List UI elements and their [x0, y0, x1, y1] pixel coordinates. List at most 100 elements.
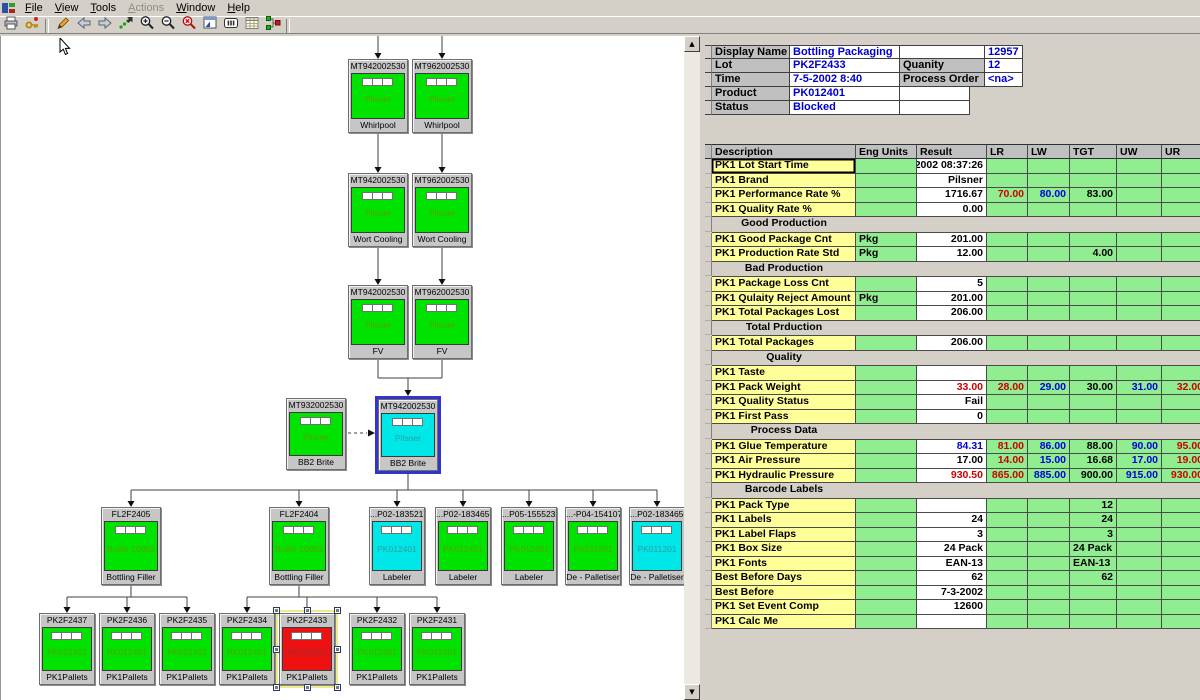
ur-cell[interactable]: 95.00	[1162, 440, 1200, 455]
eng-units-cell[interactable]	[856, 571, 917, 586]
uw-cell[interactable]	[1117, 615, 1162, 630]
eng-units-cell[interactable]	[856, 528, 917, 543]
lw-cell[interactable]	[1028, 174, 1070, 189]
ur-cell[interactable]	[1162, 292, 1200, 307]
eng-units-cell[interactable]	[856, 615, 917, 630]
lr-cell[interactable]	[987, 277, 1028, 292]
flow-node-p021834656[interactable]: ...P02-1834656PK011201De - Palletiser	[629, 507, 685, 585]
ur-cell[interactable]	[1162, 306, 1200, 321]
uw-cell[interactable]	[1117, 233, 1162, 248]
toolbar-button-back-arrow[interactable]	[73, 18, 94, 34]
menu-item-file[interactable]: File	[19, 1, 49, 15]
menu-item-view[interactable]: View	[49, 1, 85, 15]
column-header-lw[interactable]: LW	[1028, 144, 1070, 159]
menu-item-help[interactable]: Help	[221, 1, 256, 15]
toolbar-button-edit-pencil[interactable]	[52, 18, 73, 34]
description-cell[interactable]: PK1 Performance Rate %	[712, 188, 856, 203]
column-header-tgt[interactable]: TGT	[1070, 144, 1117, 159]
tgt-cell[interactable]	[1070, 203, 1117, 218]
selection-handle[interactable]	[334, 607, 341, 614]
toolbar-button-trace[interactable]	[115, 18, 136, 34]
result-cell[interactable]: 1716.67	[917, 188, 987, 203]
ur-cell[interactable]	[1162, 247, 1200, 262]
flow-node-pk2f2436[interactable]: PK2F2436PK012401PK1Pallets	[99, 613, 155, 685]
lr-cell[interactable]	[987, 336, 1028, 351]
lr-cell[interactable]	[987, 395, 1028, 410]
toolbar-button-print[interactable]	[0, 18, 21, 34]
result-cell[interactable]	[917, 615, 987, 630]
result-cell[interactable]: 84.31	[917, 440, 987, 455]
lr-cell[interactable]	[987, 366, 1028, 381]
description-cell[interactable]: PK1 Package Loss Cnt	[712, 277, 856, 292]
description-cell[interactable]: PK1 Total Packages	[712, 336, 856, 351]
ur-cell[interactable]	[1162, 571, 1200, 586]
tgt-cell[interactable]: 24 Pack	[1070, 542, 1117, 557]
eng-units-cell[interactable]	[856, 366, 917, 381]
ur-cell[interactable]	[1162, 542, 1200, 557]
ur-cell[interactable]	[1162, 586, 1200, 601]
result-cell[interactable]: 3	[917, 528, 987, 543]
lr-cell[interactable]: 81.00	[987, 440, 1028, 455]
uw-cell[interactable]	[1117, 528, 1162, 543]
flow-node-fl2f2405[interactable]: FL2F2405Bottle 10003Bottling Filler	[101, 507, 161, 585]
flow-node-mt942002530[interactable]: MT942002530PilsnerFV	[348, 285, 408, 359]
ur-cell[interactable]	[1162, 159, 1200, 174]
tgt-cell[interactable]: 24	[1070, 513, 1117, 528]
flow-node-mt962002530[interactable]: MT962002530PilsnerWort Cooling	[412, 173, 472, 247]
uw-cell[interactable]	[1117, 188, 1162, 203]
lr-cell[interactable]	[987, 499, 1028, 514]
tgt-cell[interactable]	[1070, 159, 1117, 174]
toolbar-button-zoom-out[interactable]	[157, 18, 178, 34]
toolbar-button-barcode[interactable]	[220, 18, 241, 34]
flow-node-p021835217[interactable]: ...P02-1835217PK012401Labeler	[369, 507, 425, 585]
description-cell[interactable]: PK1 Total Packages Lost	[712, 306, 856, 321]
result-cell[interactable]	[917, 499, 987, 514]
lr-cell[interactable]	[987, 306, 1028, 321]
description-cell[interactable]: PK1 Pack Weight	[712, 381, 856, 396]
description-cell[interactable]: PK1 Qulaity Reject Amount	[712, 292, 856, 307]
tgt-cell[interactable]	[1070, 292, 1117, 307]
selection-handle[interactable]	[334, 646, 341, 653]
scroll-up-button[interactable]: ▲	[684, 36, 700, 52]
eng-units-cell[interactable]	[856, 203, 917, 218]
description-cell[interactable]: PK1 Label Flaps	[712, 528, 856, 543]
lw-cell[interactable]	[1028, 277, 1070, 292]
lr-cell[interactable]	[987, 247, 1028, 262]
description-cell[interactable]: PK1 Good Package Cnt	[712, 233, 856, 248]
eng-units-cell[interactable]: Pkg	[856, 292, 917, 307]
eng-units-cell[interactable]	[856, 499, 917, 514]
column-header-eng-units[interactable]: Eng Units	[856, 144, 917, 159]
menu-item-tools[interactable]: Tools	[84, 1, 122, 15]
lw-cell[interactable]	[1028, 557, 1070, 572]
uw-cell[interactable]	[1117, 366, 1162, 381]
ur-cell[interactable]: 32.00	[1162, 381, 1200, 396]
flow-node-p051555232[interactable]: ...P05-1555232PK012401Labeler	[501, 507, 557, 585]
description-cell[interactable]: PK1 Box Size	[712, 542, 856, 557]
uw-cell[interactable]: 90.00	[1117, 440, 1162, 455]
ur-cell[interactable]	[1162, 366, 1200, 381]
ur-cell[interactable]	[1162, 513, 1200, 528]
description-cell[interactable]: PK1 Set Event Comp	[712, 600, 856, 615]
result-cell[interactable]: 12.00	[917, 247, 987, 262]
tgt-cell[interactable]: 30.00	[1070, 381, 1117, 396]
uw-cell[interactable]	[1117, 557, 1162, 572]
ur-cell[interactable]	[1162, 600, 1200, 615]
lr-cell[interactable]	[987, 203, 1028, 218]
lr-cell[interactable]	[987, 542, 1028, 557]
lr-cell[interactable]	[987, 159, 1028, 174]
flow-node-mt942002530[interactable]: MT942002530PilsnerBB2 Brite	[378, 399, 438, 471]
lw-cell[interactable]	[1028, 292, 1070, 307]
uw-cell[interactable]: 17.00	[1117, 454, 1162, 469]
lw-cell[interactable]	[1028, 600, 1070, 615]
menu-item-window[interactable]: Window	[170, 1, 221, 15]
lr-cell[interactable]	[987, 586, 1028, 601]
result-cell[interactable]: 17.00	[917, 454, 987, 469]
tgt-cell[interactable]: 4.00	[1070, 247, 1117, 262]
tgt-cell[interactable]	[1070, 336, 1117, 351]
eng-units-cell[interactable]	[856, 410, 917, 425]
flow-node-pk2f2432[interactable]: PK2F2432PK012401PK1Pallets	[349, 613, 405, 685]
description-cell[interactable]: PK1 Calc Me	[712, 615, 856, 630]
ur-cell[interactable]	[1162, 499, 1200, 514]
description-cell[interactable]: PK1 Glue Temperature	[712, 440, 856, 455]
ur-cell[interactable]	[1162, 188, 1200, 203]
